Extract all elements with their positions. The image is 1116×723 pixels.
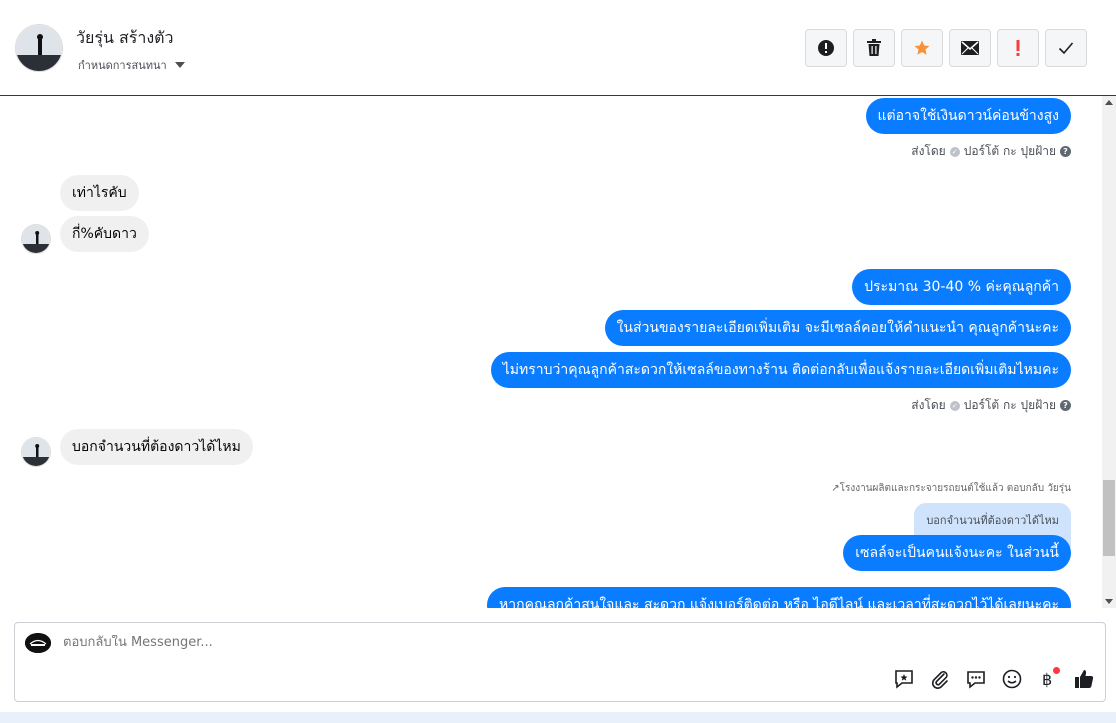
message-thread[interactable]: แต่อาจใช้เงินดาวน์ค่อนข้างสูง ส่งโดย ✓ ป… xyxy=(0,96,1102,608)
sender-name[interactable]: ปอร์โต้ กะ ปุยฝ้าย xyxy=(964,142,1056,161)
reply-composer: ฿ xyxy=(14,622,1106,702)
check-badge-icon: ✓ xyxy=(949,146,960,157)
mark-unread-button[interactable] xyxy=(949,29,991,67)
exclamation-icon xyxy=(1016,40,1020,56)
message-input[interactable] xyxy=(63,635,863,650)
reply-note-text: โรงงานผลิตและกระจายรถยนต์ใช้แล้ว ตอบกลับ… xyxy=(839,483,1071,494)
baht-payment-icon[interactable]: ฿ xyxy=(1037,667,1060,690)
outgoing-message[interactable]: เซลล์จะเป็นคนแจ้งนะคะ ในส่วนนี้ xyxy=(843,535,1071,571)
contact-avatar-small xyxy=(21,437,51,467)
thread-scrollbar[interactable] xyxy=(1102,96,1116,608)
notification-dot xyxy=(1053,667,1060,674)
message-row-outgoing: เซลล์จะเป็นคนแจ้งนะคะ ในส่วนนี้ xyxy=(843,535,1071,571)
contact-avatar[interactable] xyxy=(15,24,63,72)
follow-up-button[interactable] xyxy=(997,29,1039,67)
report-button[interactable] xyxy=(805,29,847,67)
trash-icon xyxy=(867,39,881,56)
delete-button[interactable] xyxy=(853,29,895,67)
messenger-inbox: วัยรุ่น สร้างตัว กำหนดการสนทนา แต่อาจใช้… xyxy=(0,0,1116,712)
sent-by-note: ส่งโดย ✓ ปอร์โต้ กะ ปุยฝ้าย ? xyxy=(911,396,1071,415)
scroll-up-arrow-icon[interactable] xyxy=(1105,100,1113,105)
contact-avatar-small xyxy=(21,224,51,254)
star-icon xyxy=(914,40,930,55)
conversation-settings-label: กำหนดการสนทนา xyxy=(78,59,167,72)
envelope-icon xyxy=(961,41,979,55)
conversation-settings-dropdown[interactable]: กำหนดการสนทนา xyxy=(78,56,185,74)
reply-note: ↗โรงงานผลิตและกระจายรถยนต์ใช้แล้ว ตอบกลั… xyxy=(831,481,1071,496)
help-icon[interactable]: ? xyxy=(1060,146,1071,157)
sender-name[interactable]: ปอร์โต้ กะ ปุยฝ้าย xyxy=(964,396,1056,415)
svg-text:฿: ฿ xyxy=(1042,670,1052,689)
incoming-message[interactable]: บอกจำนวนที่ต้องดาวได้ไหม xyxy=(60,429,253,465)
outgoing-message[interactable]: หากคุณลูกค้าสนใจและ สะดวก แจ้งเบอร์ติดต่… xyxy=(487,587,1071,608)
alert-circle-icon xyxy=(818,40,834,56)
message-row-outgoing: ประมาณ 30-40 % ค่ะคุณลูกค้า xyxy=(852,269,1071,305)
emoji-icon[interactable] xyxy=(1001,668,1023,690)
incoming-message[interactable]: กี่%คับดาว xyxy=(60,216,149,252)
sent-by-label: ส่งโดย xyxy=(911,398,946,412)
outgoing-message[interactable]: แต่อาจใช้เงินดาวน์ค่อนข้างสูง xyxy=(865,98,1071,134)
attachment-icon[interactable] xyxy=(929,668,951,690)
page-logo-avatar xyxy=(25,633,51,653)
message-row-outgoing: แต่อาจใช้เงินดาวน์ค่อนข้างสูง xyxy=(865,98,1071,134)
sent-by-label: ส่งโดย xyxy=(911,144,946,158)
outgoing-message[interactable]: ประมาณ 30-40 % ค่ะคุณลูกค้า xyxy=(852,269,1071,305)
conversation-header: วัยรุ่น สร้างตัว กำหนดการสนทนา xyxy=(0,0,1116,96)
scroll-down-arrow-icon[interactable] xyxy=(1105,599,1113,604)
composer-tools: ฿ xyxy=(893,667,1095,690)
header-actions xyxy=(805,29,1087,67)
saved-reply-icon[interactable] xyxy=(893,668,915,690)
contact-name[interactable]: วัยรุ่น สร้างตัว xyxy=(76,26,174,51)
scrollbar-thumb[interactable] xyxy=(1103,480,1115,556)
checkmark-icon xyxy=(1058,42,1074,55)
message-row-outgoing: ไม่ทราบว่าคุณลูกค้าสะดวกให้เซลล์ของทางร้… xyxy=(490,352,1071,388)
incoming-message[interactable]: เท่าไรคับ xyxy=(60,175,139,211)
star-button[interactable] xyxy=(901,29,943,67)
thumbs-up-icon[interactable] xyxy=(1073,668,1095,690)
caret-down-icon xyxy=(174,62,185,68)
mark-done-button[interactable] xyxy=(1045,29,1087,67)
chat-bubble-icon[interactable] xyxy=(965,668,987,690)
help-icon[interactable]: ? xyxy=(1060,400,1071,411)
outgoing-message[interactable]: ไม่ทราบว่าคุณลูกค้าสะดวกให้เซลล์ของทางร้… xyxy=(490,352,1071,388)
check-badge-icon: ✓ xyxy=(949,400,960,411)
reply-arrow-icon: ↗ xyxy=(831,483,840,494)
sent-by-note: ส่งโดย ✓ ปอร์โต้ กะ ปุยฝ้าย ? xyxy=(911,142,1071,161)
message-row-outgoing: หากคุณลูกค้าสนใจและ สะดวก แจ้งเบอร์ติดต่… xyxy=(487,587,1071,608)
message-row-outgoing: ในส่วนของรายละเอียดเพิ่มเติม จะมีเซลล์คอ… xyxy=(604,310,1071,346)
outgoing-message[interactable]: ในส่วนของรายละเอียดเพิ่มเติม จะมีเซลล์คอ… xyxy=(604,310,1071,346)
